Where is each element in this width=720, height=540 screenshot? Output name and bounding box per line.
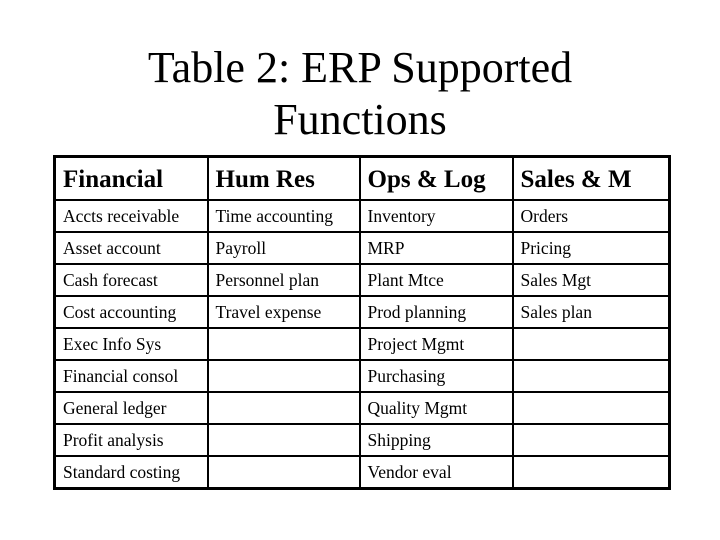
table-cell: Personnel plan (206, 263, 361, 297)
table-cell: Travel expense (206, 295, 361, 329)
table-row: Financial consol Purchasing (53, 359, 671, 393)
table-cell: Shipping (358, 423, 514, 457)
slide-title: Table 2: ERP Supported Functions (0, 42, 720, 146)
slide-title-line-1: Table 2: ERP Supported (147, 43, 573, 92)
column-header-hum-res: Hum Res (206, 155, 361, 201)
table-cell (511, 359, 671, 393)
table-row: Exec Info Sys Project Mgmt (53, 327, 671, 361)
table-cell: Inventory (358, 199, 514, 233)
column-header-sales-m: Sales & M (511, 155, 671, 201)
table-cell: Financial consol (53, 359, 209, 393)
table-cell: Quality Mgmt (358, 391, 514, 425)
table-cell (511, 455, 671, 490)
table-row: Profit analysis Shipping (53, 423, 671, 457)
table-cell (206, 423, 361, 457)
table-cell: Orders (511, 199, 671, 233)
slide-title-line-2: Functions (273, 95, 447, 144)
table-cell: Plant Mtce (358, 263, 514, 297)
table-cell: Sales Mgt (511, 263, 671, 297)
table-cell: MRP (358, 231, 514, 265)
table-row: Cost accounting Travel expense Prod plan… (53, 295, 671, 329)
header-row: Financial Hum Res Ops & Log Sales & M (53, 155, 671, 201)
table-cell: Vendor eval (358, 455, 514, 490)
table-cell: Exec Info Sys (53, 327, 209, 361)
column-header-financial: Financial (53, 155, 209, 201)
table-row: Asset account Payroll MRP Pricing (53, 231, 671, 265)
table-cell (206, 391, 361, 425)
erp-functions-table: Financial Hum Res Ops & Log Sales & M Ac… (53, 155, 671, 490)
table-cell: Project Mgmt (358, 327, 514, 361)
table-cell: Payroll (206, 231, 361, 265)
table-cell (511, 391, 671, 425)
table-row: General ledger Quality Mgmt (53, 391, 671, 425)
table-cell: Sales plan (511, 295, 671, 329)
table-cell (511, 327, 671, 361)
table-cell: Cost accounting (53, 295, 209, 329)
table-cell (206, 455, 361, 490)
table-cell: Accts receivable (53, 199, 209, 233)
table-cell (206, 359, 361, 393)
table-cell (511, 423, 671, 457)
table-row: Cash forecast Personnel plan Plant Mtce … (53, 263, 671, 297)
column-header-ops-log: Ops & Log (358, 155, 514, 201)
table-cell: Standard costing (53, 455, 209, 490)
table-cell: Time accounting (206, 199, 361, 233)
table-cell: Prod planning (358, 295, 514, 329)
table-cell: Asset account (53, 231, 209, 265)
table-cell (206, 327, 361, 361)
table-cell: Cash forecast (53, 263, 209, 297)
table-row: Standard costing Vendor eval (53, 455, 671, 490)
table-cell: Purchasing (358, 359, 514, 393)
table-cell: Profit analysis (53, 423, 209, 457)
table-cell: Pricing (511, 231, 671, 265)
table-row: Accts receivable Time accounting Invento… (53, 199, 671, 233)
table-cell: General ledger (53, 391, 209, 425)
